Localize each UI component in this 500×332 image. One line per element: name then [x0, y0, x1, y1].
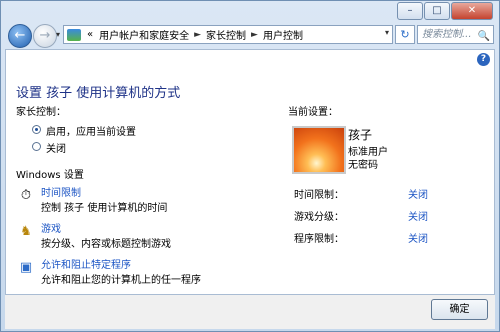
user-avatar [292, 126, 346, 174]
button-bar: 确定 [5, 295, 495, 329]
radio-enable[interactable] [32, 125, 41, 134]
close-button[interactable]: ✕ [451, 2, 493, 20]
window-caption-controls: – □ ✕ [397, 2, 493, 20]
radio-enable-label[interactable]: 启用，应用当前设置 [46, 123, 136, 138]
radio-disable-label[interactable]: 关闭 [46, 140, 66, 155]
breadcrumb-parental-controls[interactable]: 家长控制 [206, 27, 246, 42]
allow-block-programs-desc: 允许和阻止您的计算机上的任一程序 [41, 275, 201, 286]
minimize-button[interactable]: – [397, 2, 423, 20]
main-content: ? 设置 孩子 使用计算机的方式 家长控制： 启用，应用当前设置 关闭 Wind… [5, 49, 495, 295]
setting-time-limits-label: 时间限制： [294, 190, 344, 201]
radio-disable[interactable] [32, 142, 41, 151]
games-desc: 按分级、内容或标题控制游戏 [41, 239, 171, 250]
back-button[interactable]: ← [8, 24, 32, 48]
address-dropdown-icon[interactable]: ▾ [385, 28, 389, 37]
refresh-button[interactable]: ↻ [395, 25, 415, 44]
games-link[interactable]: 游戏 [41, 220, 61, 235]
user-name: 孩子 [348, 128, 373, 142]
control-panel-window: – □ ✕ ← → ▾ « 用户帐户和家庭安全 ► 家长控制 ► 用户控制 ▾ … [0, 0, 500, 332]
time-limits-desc: 控制 孩子 使用计算机的时间 [41, 203, 168, 214]
navigation-bar: ← → ▾ « 用户帐户和家庭安全 ► 家长控制 ► 用户控制 ▾ ↻ 搜索控制… [5, 22, 495, 48]
search-input[interactable]: 搜索控制... 🔍 [417, 25, 494, 44]
time-limits-link[interactable]: 时间限制 [41, 184, 81, 199]
user-password-status: 无密码 [348, 160, 378, 171]
program-icon: ▣ [19, 260, 33, 275]
windows-settings-label: Windows 设置 [16, 170, 84, 181]
current-settings-label: 当前设置： [288, 107, 338, 118]
parental-control-label: 家长控制： [16, 107, 66, 118]
ok-button[interactable]: 确定 [431, 299, 488, 320]
breadcrumb-user-controls[interactable]: 用户控制 [263, 27, 303, 42]
forward-button[interactable]: → [33, 24, 57, 48]
setting-time-limits-value: 关闭 [408, 190, 428, 201]
setting-program-limits-label: 程序限制： [294, 234, 344, 245]
chevron-right-icon[interactable]: ► [194, 30, 201, 40]
allow-block-programs-link[interactable]: 允许和阻止特定程序 [41, 256, 131, 271]
clock-icon: ⏱ [20, 188, 32, 203]
search-icon[interactable]: 🔍 [478, 28, 490, 45]
breadcrumb-user-accounts[interactable]: 用户帐户和家庭安全 [99, 27, 189, 42]
page-title: 设置 孩子 使用计算机的方式 [16, 86, 181, 101]
address-bar[interactable]: « 用户帐户和家庭安全 ► 家长控制 ► 用户控制 ▾ [63, 25, 393, 44]
setting-game-ratings-label: 游戏分级： [294, 212, 344, 223]
chevron-right-icon[interactable]: ► [251, 30, 258, 40]
setting-game-ratings-value: 关闭 [408, 212, 428, 223]
game-trophy-icon: ♞ [20, 224, 32, 239]
maximize-button[interactable]: □ [424, 2, 450, 20]
control-panel-icon [67, 28, 81, 41]
recent-pages-dropdown-icon[interactable]: ▾ [56, 30, 60, 39]
breadcrumb-overflow[interactable]: « [87, 29, 93, 40]
help-icon[interactable]: ? [477, 53, 490, 66]
setting-program-limits-value: 关闭 [408, 234, 428, 245]
search-placeholder: 搜索控制... [422, 29, 472, 40]
